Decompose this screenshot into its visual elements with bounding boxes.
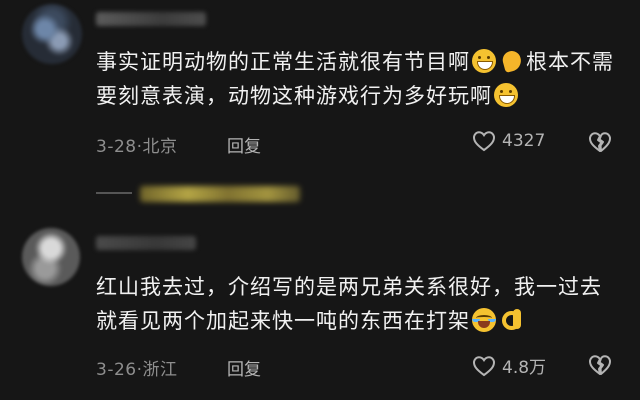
comment-location: 北京 — [142, 137, 178, 157]
grinning-emoji — [494, 83, 518, 107]
heart-outline-icon — [472, 355, 496, 376]
laugh-crying-emoji — [472, 308, 496, 332]
heart-outline-icon — [472, 131, 496, 152]
comment-meta: 3-28·北京 — [96, 132, 178, 157]
username-blurred[interactable] — [96, 236, 196, 250]
comment-text: 红山我去过，介绍写的是两兄弟关系很好，我一过去就看见两个加起来快一吨的东西在打架 — [96, 270, 616, 338]
broken-heart-icon[interactable] — [587, 130, 613, 154]
comment-text: 事实证明动物的正常生活就很有节目啊 根本不需要刻意表演，动物这种游戏行为多好玩啊 — [96, 45, 616, 113]
reply-button[interactable]: 回复 — [227, 355, 261, 380]
like-count: 4327 — [502, 131, 546, 151]
like-button[interactable]: 4327 — [472, 130, 545, 152]
like-button[interactable]: 4.8万 — [472, 353, 546, 378]
reply-button[interactable]: 回复 — [227, 132, 261, 157]
comment-text-part: 红山我去过，介绍写的是两兄弟关系很好，我一过去就看见两个加起来快一吨的东西在打架 — [96, 275, 602, 333]
like-count: 4.8万 — [502, 358, 547, 378]
comment-date: 3-26 — [96, 360, 137, 380]
grinning-emoji — [472, 49, 496, 73]
expand-replies-row[interactable] — [96, 176, 326, 212]
broken-heart-icon[interactable] — [587, 353, 613, 377]
reply-divider-line — [96, 192, 132, 194]
ok-hand-emoji — [500, 308, 524, 332]
comment-location: 浙江 — [142, 360, 178, 380]
expand-replies-text-blurred — [140, 186, 300, 202]
comment-text-part: 事实证明动物的正常生活就很有节目啊 — [96, 50, 470, 74]
username-blurred[interactable] — [96, 12, 206, 26]
comment-meta: 3-26·浙江 — [96, 355, 178, 380]
user-avatar[interactable] — [22, 228, 80, 286]
comment-date: 3-28 — [96, 137, 137, 157]
flexed-biceps-emoji — [500, 49, 524, 73]
user-avatar[interactable] — [22, 4, 82, 64]
